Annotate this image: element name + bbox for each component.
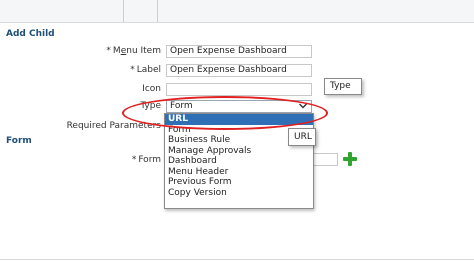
dropdown-option[interactable]: Manage Approvals [165,146,313,157]
menu-item-label-part: M [112,46,121,56]
required-marker: * [106,46,111,56]
toolbar-divider [157,0,158,22]
dropdown-option[interactable]: Previous Form [165,177,313,188]
dropdown-option[interactable]: Dashboard [165,156,313,167]
icon-input[interactable] [166,83,312,96]
icon-field-label: Icon [142,84,161,94]
dropdown-option[interactable]: Copy Version [165,188,313,199]
chevron-down-icon[interactable] [299,102,307,113]
type-select[interactable]: Form [166,100,312,113]
dropdown-option[interactable]: Menu Header [165,167,313,178]
menu-item-label: * Menu Item [106,45,161,57]
type-select-value: Form [170,101,193,111]
bottom-divider [0,259,474,260]
type-field-label: Type [140,101,161,111]
label-input[interactable]: Open Expense Dashboard [166,64,312,77]
form-field-text: Form [138,155,161,165]
type-tooltip: Type [324,78,362,95]
required-marker: * [131,155,137,165]
menu-item-label-part: nu Item [126,46,161,56]
label-field-label: * Label [130,64,161,76]
dropdown-option[interactable]: URL [165,114,313,125]
menu-item-input[interactable]: Open Expense Dashboard [166,45,312,58]
add-child-heading: Add Child [6,29,55,39]
plus-icon[interactable] [343,152,357,166]
form-field-label: * Form [132,154,161,166]
label-field-text: Label [136,65,161,75]
form-section-heading: Form [6,136,32,146]
top-toolbar [0,0,474,23]
url-tooltip: URL [288,128,316,146]
required-parameters-label: Required Parameters [66,121,161,131]
toolbar-divider [123,0,124,22]
required-marker: * [130,65,135,75]
